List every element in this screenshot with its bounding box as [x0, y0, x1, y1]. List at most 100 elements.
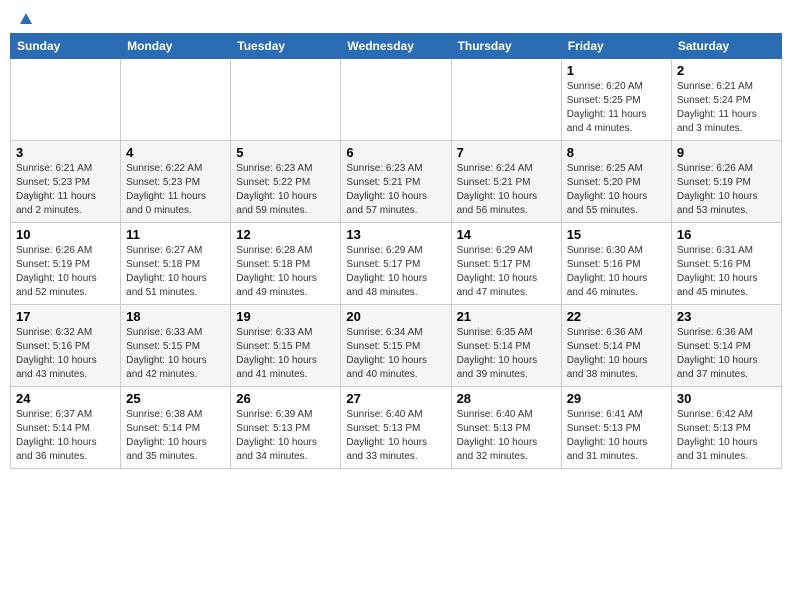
calendar-cell: 19 Sunrise: 6:33 AM Sunset: 5:15 PM Dayli… — [231, 305, 341, 387]
day-info: Sunrise: 6:29 AM Sunset: 5:17 PM Dayligh… — [346, 244, 445, 300]
day-info: Sunrise: 6:21 AM Sunset: 5:23 PM Dayligh… — [16, 162, 115, 218]
day-info: Sunrise: 6:26 AM Sunset: 5:19 PM Dayligh… — [677, 162, 776, 218]
calendar-cell: 3Sunrise: 6:21 AM Sunset: 5:23 PM Daylig… — [11, 141, 121, 223]
day-number: 17 — [16, 309, 115, 324]
day-info: Sunrise: 6:22 AM Sunset: 5:23 PM Dayligh… — [126, 162, 225, 218]
day-info: Sunrise: 6:33 AM Sunset: 5:15 PM Dayligh… — [236, 326, 335, 382]
calendar-cell: 26 Sunrise: 6:39 AM Sunset: 5:13 PM Dayli… — [231, 387, 341, 469]
day-number: 27 — [346, 391, 445, 406]
day-info: Sunrise: 6:40 AM Sunset: 5:13 PM Dayligh… — [457, 408, 556, 464]
day-number: 22 — [567, 309, 666, 324]
day-number: 28 — [457, 391, 556, 406]
day-number: 14 — [457, 227, 556, 242]
day-info: Sunrise: 6:35 AM Sunset: 5:14 PM Dayligh… — [457, 326, 556, 382]
day-info: Sunrise: 6:36 AM Sunset: 5:14 PM Dayligh… — [567, 326, 666, 382]
calendar-cell: 29 Sunrise: 6:41 AM Sunset: 5:13 PM Dayli… — [561, 387, 671, 469]
calendar-cell — [11, 59, 121, 141]
calendar-cell: 11 Sunrise: 6:27 AM Sunset: 5:18 PM Dayli… — [121, 223, 231, 305]
calendar-week-5: 24Sunrise: 6:37 AM Sunset: 5:14 PM Dayli… — [11, 387, 782, 469]
calendar-cell: 25 Sunrise: 6:38 AM Sunset: 5:14 PM Dayli… — [121, 387, 231, 469]
calendar-cell — [451, 59, 561, 141]
day-number: 19 — [236, 309, 335, 324]
column-header-saturday: Saturday — [671, 34, 781, 59]
day-number: 7 — [457, 145, 556, 160]
day-info: Sunrise: 6:36 AM Sunset: 5:14 PM Dayligh… — [677, 326, 776, 382]
day-info: Sunrise: 6:31 AM Sunset: 5:16 PM Dayligh… — [677, 244, 776, 300]
day-number: 20 — [346, 309, 445, 324]
day-info: Sunrise: 6:41 AM Sunset: 5:13 PM Dayligh… — [567, 408, 666, 464]
calendar-cell: 20Sunrise: 6:34 AM Sunset: 5:15 PM Dayli… — [341, 305, 451, 387]
calendar-week-2: 3Sunrise: 6:21 AM Sunset: 5:23 PM Daylig… — [11, 141, 782, 223]
calendar-cell: 10Sunrise: 6:26 AM Sunset: 5:19 PM Dayli… — [11, 223, 121, 305]
day-number: 2 — [677, 63, 776, 78]
calendar-cell: 2 Sunrise: 6:21 AM Sunset: 5:24 PM Daylig… — [671, 59, 781, 141]
day-info: Sunrise: 6:23 AM Sunset: 5:21 PM Dayligh… — [346, 162, 445, 218]
day-info: Sunrise: 6:27 AM Sunset: 5:18 PM Dayligh… — [126, 244, 225, 300]
day-number: 10 — [16, 227, 115, 242]
calendar-cell: 17 Sunrise: 6:32 AM Sunset: 5:16 PM Dayli… — [11, 305, 121, 387]
calendar-week-1: 1 Sunrise: 6:20 AM Sunset: 5:25 PM Daylig… — [11, 59, 782, 141]
calendar-cell: 13 Sunrise: 6:29 AM Sunset: 5:17 PM Dayli… — [341, 223, 451, 305]
day-info: Sunrise: 6:42 AM Sunset: 5:13 PM Dayligh… — [677, 408, 776, 464]
day-number: 25 — [126, 391, 225, 406]
day-number: 12 — [236, 227, 335, 242]
calendar-cell: 4 Sunrise: 6:22 AM Sunset: 5:23 PM Daylig… — [121, 141, 231, 223]
calendar-cell: 16 Sunrise: 6:31 AM Sunset: 5:16 PM Dayli… — [671, 223, 781, 305]
calendar-cell: 27 Sunrise: 6:40 AM Sunset: 5:13 PM Dayli… — [341, 387, 451, 469]
day-number: 8 — [567, 145, 666, 160]
day-number: 9 — [677, 145, 776, 160]
logo — [18, 14, 32, 21]
column-header-friday: Friday — [561, 34, 671, 59]
day-number: 16 — [677, 227, 776, 242]
calendar-table: SundayMondayTuesdayWednesdayThursdayFrid… — [10, 33, 782, 469]
day-number: 6 — [346, 145, 445, 160]
calendar-cell: 18 Sunrise: 6:33 AM Sunset: 5:15 PM Dayli… — [121, 305, 231, 387]
day-number: 26 — [236, 391, 335, 406]
day-info: Sunrise: 6:21 AM Sunset: 5:24 PM Dayligh… — [677, 80, 776, 136]
calendar-cell: 5Sunrise: 6:23 AM Sunset: 5:22 PM Daylig… — [231, 141, 341, 223]
calendar-week-4: 17 Sunrise: 6:32 AM Sunset: 5:16 PM Dayli… — [11, 305, 782, 387]
day-number: 1 — [567, 63, 666, 78]
calendar-cell: 1 Sunrise: 6:20 AM Sunset: 5:25 PM Daylig… — [561, 59, 671, 141]
day-number: 13 — [346, 227, 445, 242]
page-header — [10, 10, 782, 25]
day-info: Sunrise: 6:20 AM Sunset: 5:25 PM Dayligh… — [567, 80, 666, 136]
column-header-wednesday: Wednesday — [341, 34, 451, 59]
calendar-cell: 23 Sunrise: 6:36 AM Sunset: 5:14 PM Dayli… — [671, 305, 781, 387]
calendar-cell: 6 Sunrise: 6:23 AM Sunset: 5:21 PM Daylig… — [341, 141, 451, 223]
calendar-cell: 14 Sunrise: 6:29 AM Sunset: 5:17 PM Dayli… — [451, 223, 561, 305]
column-header-sunday: Sunday — [11, 34, 121, 59]
calendar-cell: 24Sunrise: 6:37 AM Sunset: 5:14 PM Dayli… — [11, 387, 121, 469]
calendar-cell: 15 Sunrise: 6:30 AM Sunset: 5:16 PM Dayli… — [561, 223, 671, 305]
calendar-cell: 9 Sunrise: 6:26 AM Sunset: 5:19 PM Daylig… — [671, 141, 781, 223]
day-number: 29 — [567, 391, 666, 406]
calendar-cell — [341, 59, 451, 141]
day-info: Sunrise: 6:39 AM Sunset: 5:13 PM Dayligh… — [236, 408, 335, 464]
day-info: Sunrise: 6:40 AM Sunset: 5:13 PM Dayligh… — [346, 408, 445, 464]
day-info: Sunrise: 6:25 AM Sunset: 5:20 PM Dayligh… — [567, 162, 666, 218]
day-info: Sunrise: 6:30 AM Sunset: 5:16 PM Dayligh… — [567, 244, 666, 300]
day-number: 21 — [457, 309, 556, 324]
calendar-cell: 7 Sunrise: 6:24 AM Sunset: 5:21 PM Daylig… — [451, 141, 561, 223]
day-info: Sunrise: 6:33 AM Sunset: 5:15 PM Dayligh… — [126, 326, 225, 382]
day-info: Sunrise: 6:24 AM Sunset: 5:21 PM Dayligh… — [457, 162, 556, 218]
day-info: Sunrise: 6:23 AM Sunset: 5:22 PM Dayligh… — [236, 162, 335, 218]
calendar-cell — [231, 59, 341, 141]
day-number: 18 — [126, 309, 225, 324]
day-number: 15 — [567, 227, 666, 242]
column-header-tuesday: Tuesday — [231, 34, 341, 59]
day-info: Sunrise: 6:32 AM Sunset: 5:16 PM Dayligh… — [16, 326, 115, 382]
column-header-monday: Monday — [121, 34, 231, 59]
calendar-cell: 21 Sunrise: 6:35 AM Sunset: 5:14 PM Dayli… — [451, 305, 561, 387]
day-number: 30 — [677, 391, 776, 406]
day-info: Sunrise: 6:38 AM Sunset: 5:14 PM Dayligh… — [126, 408, 225, 464]
logo-arrow-icon — [20, 13, 32, 24]
day-number: 11 — [126, 227, 225, 242]
day-number: 4 — [126, 145, 225, 160]
column-header-thursday: Thursday — [451, 34, 561, 59]
day-info: Sunrise: 6:29 AM Sunset: 5:17 PM Dayligh… — [457, 244, 556, 300]
calendar-header-row: SundayMondayTuesdayWednesdayThursdayFrid… — [11, 34, 782, 59]
calendar-cell: 22 Sunrise: 6:36 AM Sunset: 5:14 PM Dayli… — [561, 305, 671, 387]
day-number: 23 — [677, 309, 776, 324]
calendar-cell: 8 Sunrise: 6:25 AM Sunset: 5:20 PM Daylig… — [561, 141, 671, 223]
